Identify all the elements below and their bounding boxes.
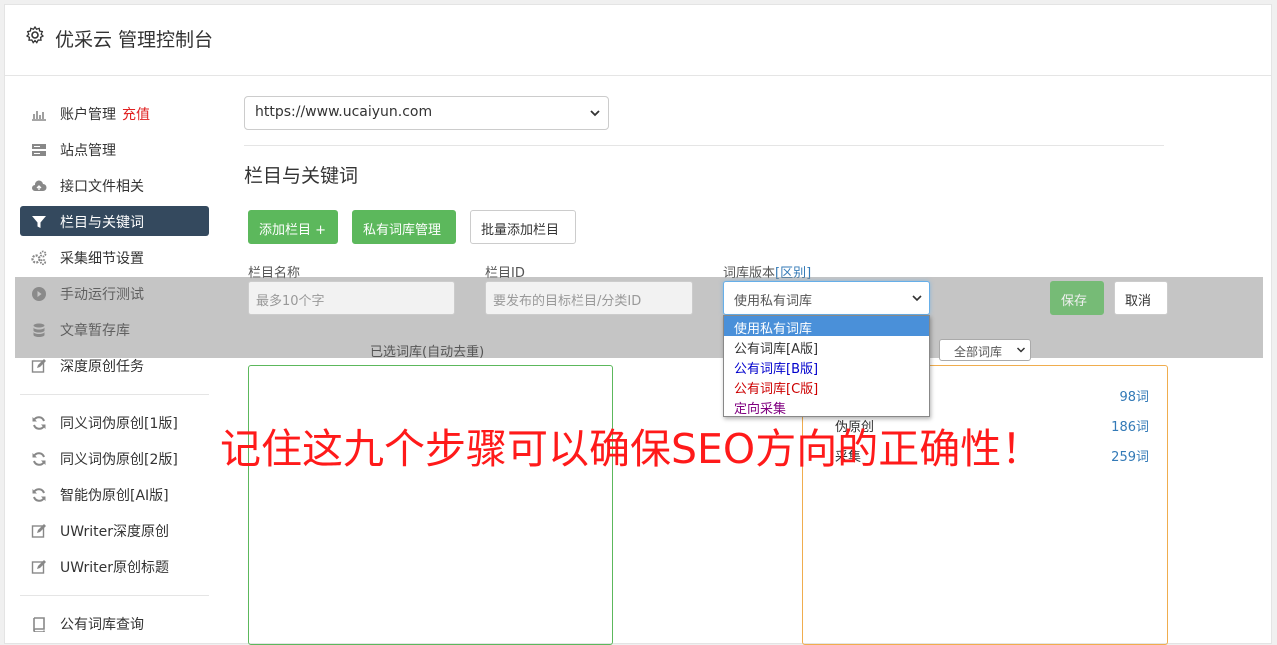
server-icon [32,144,46,156]
all-libs-select-value: 全部词库 [954,345,1003,359]
site-select[interactable]: https://www.ucaiyun.com [244,96,609,130]
edit-icon [31,359,46,373]
version-option[interactable]: 公有词库[B版] [724,356,929,377]
sidebar-item-label: 公有词库查询 [60,617,144,633]
sidebar-item-label: UWriter深度原创 [60,524,169,540]
version-select[interactable]: 使用私有词库 [723,281,930,315]
version-dropdown: 使用私有词库 公有词库[A版] 公有词库[B版] 公有词库[C版] 定向采集 [723,315,930,417]
sidebar-item-label: 智能伪原创[AI版] [60,488,169,504]
refresh-icon [32,416,46,430]
sidebar-item-public-lib[interactable]: 公有词库查询 [20,608,209,638]
selected-libs-box[interactable] [248,365,613,645]
save-button[interactable]: 保存 [1050,281,1104,315]
sidebar-item-account[interactable]: 账户管理 充值 [20,98,209,128]
column-id-input[interactable]: 要发布的目标栏目/分类ID [485,281,693,315]
chevron-down-icon [1016,347,1026,353]
chevron-down-icon [590,110,600,117]
cloud-upload-icon [32,180,47,191]
cancel-button[interactable]: 取消 [1114,281,1168,315]
version-select-value: 使用私有词库 [734,294,813,309]
edit-icon [31,524,46,538]
refresh-icon [32,452,46,466]
sidebar-item-label: 站点管理 [60,143,116,159]
divider [244,145,1164,146]
sidebar-item-label: 同义词伪原创[1版] [60,416,178,432]
overlay-caption: 记住这九个步骤可以确保SEO方向的正确性！ [220,425,1043,473]
site-select-value: https://www.ucaiyun.com [255,104,433,120]
edit-icon [31,560,46,574]
version-option[interactable]: 公有词库[C版] [724,376,929,397]
filter-icon [32,216,46,228]
selected-libs-label: 已选词库(自动去重) [370,345,485,360]
sidebar-item-uwriter-deep[interactable]: UWriter深度原创 [20,515,209,545]
sidebar-item-synonym-v1[interactable]: 同义词伪原创[1版] [20,407,209,437]
sidebar-item-label: 同义词伪原创[2版] [60,452,178,468]
sidebar-item-label: 深度原创任务 [60,359,144,375]
column-name-input[interactable]: 最多10个字 [248,281,455,315]
sidebar-item-sites[interactable]: 站点管理 [20,134,209,164]
sidebar-divider [20,394,209,395]
batch-add-button[interactable]: 批量添加栏目 [470,210,576,244]
bar-chart-icon [32,111,46,121]
sidebar-item-columns[interactable]: 栏目与关键词 [20,206,209,236]
recharge-link[interactable]: 充值 [122,107,150,123]
add-column-button[interactable]: 添加栏目 + [248,210,338,244]
chevron-down-icon [912,295,922,302]
sidebar-item-ai-rewrite[interactable]: 智能伪原创[AI版] [20,479,209,509]
page-title: 优采云 管理控制台 [55,29,214,51]
library-count: 98词 [1119,390,1149,405]
section-title: 栏目与关键词 [244,165,359,187]
refresh-icon [32,488,46,502]
library-count: 259词 [1111,450,1149,465]
sidebar-item-label: 账户管理 [60,107,116,123]
gear-icon [25,25,45,44]
sidebar-divider [20,595,209,596]
sidebar-item-synonym-v2[interactable]: 同义词伪原创[2版] [20,443,209,473]
book-icon [33,617,45,632]
sidebar-item-interface[interactable]: 接口文件相关 [20,170,209,200]
gears-icon [31,250,47,266]
library-count: 186词 [1111,420,1149,435]
version-option[interactable]: 使用私有词库 [724,316,929,337]
version-option[interactable]: 定向采集 [724,396,929,417]
sidebar-item-label: UWriter原创标题 [60,560,169,576]
version-option[interactable]: 公有词库[A版] [724,336,929,357]
sidebar-item-collect-settings[interactable]: 采集细节设置 [20,242,209,272]
sidebar-item-label: 栏目与关键词 [60,215,144,231]
sidebar-item-label: 采集细节设置 [60,251,144,267]
sidebar-item-label: 接口文件相关 [60,179,144,195]
private-lib-button[interactable]: 私有词库管理 [352,210,456,244]
sidebar-item-uwriter-title[interactable]: UWriter原创标题 [20,551,209,581]
page-header: 优采云 管理控制台 [5,5,1271,76]
all-libs-select[interactable]: 全部词库 [939,339,1031,361]
